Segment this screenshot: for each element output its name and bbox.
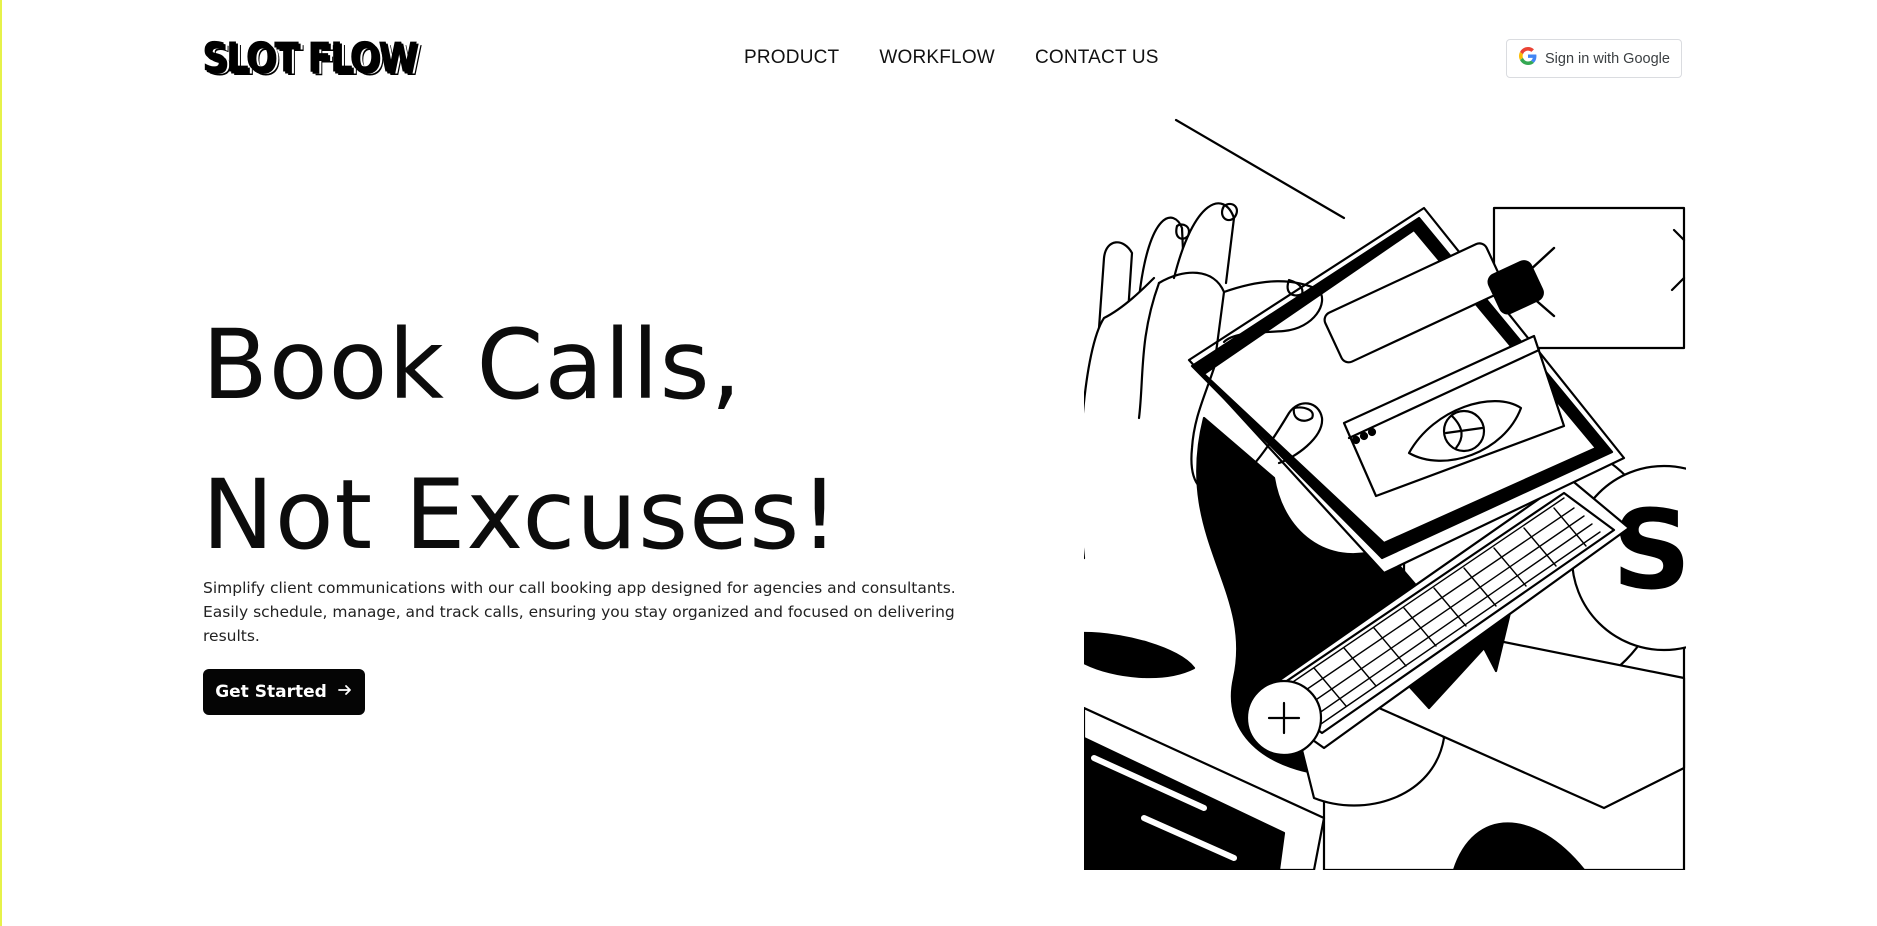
nav-item-contact-us[interactable]: CONTACT US bbox=[1035, 47, 1159, 69]
hero-title: Book Calls, Not Excuses! bbox=[202, 290, 840, 590]
arrow-right-icon bbox=[337, 682, 353, 703]
s-badge-letter: S bbox=[1612, 486, 1686, 614]
hero-description: Simplify client communications with our … bbox=[203, 579, 956, 645]
get-started-label: Get Started bbox=[215, 682, 327, 702]
google-signin-button[interactable]: Sign in with Google bbox=[1506, 39, 1682, 78]
slot-flow-logo[interactable]: SLOT FLOW bbox=[202, 37, 418, 79]
nav-item-product[interactable]: PRODUCT bbox=[744, 47, 839, 69]
get-started-button[interactable]: Get Started bbox=[203, 669, 365, 715]
main-nav: PRODUCT WORKFLOW CONTACT US bbox=[744, 47, 1159, 69]
plus-icon bbox=[1245, 679, 1323, 757]
google-g-icon bbox=[1519, 47, 1537, 70]
hero-illustration: S bbox=[1084, 118, 1686, 870]
google-signin-label: Sign in with Google bbox=[1545, 50, 1670, 67]
hero-title-line-1: Book Calls, bbox=[202, 309, 743, 421]
nav-item-workflow[interactable]: WORKFLOW bbox=[879, 47, 995, 69]
hero-title-line-2: Not Excuses! bbox=[202, 459, 840, 571]
landing-page: SLOT FLOW PRODUCT WORKFLOW CONTACT US Si… bbox=[0, 0, 1877, 926]
